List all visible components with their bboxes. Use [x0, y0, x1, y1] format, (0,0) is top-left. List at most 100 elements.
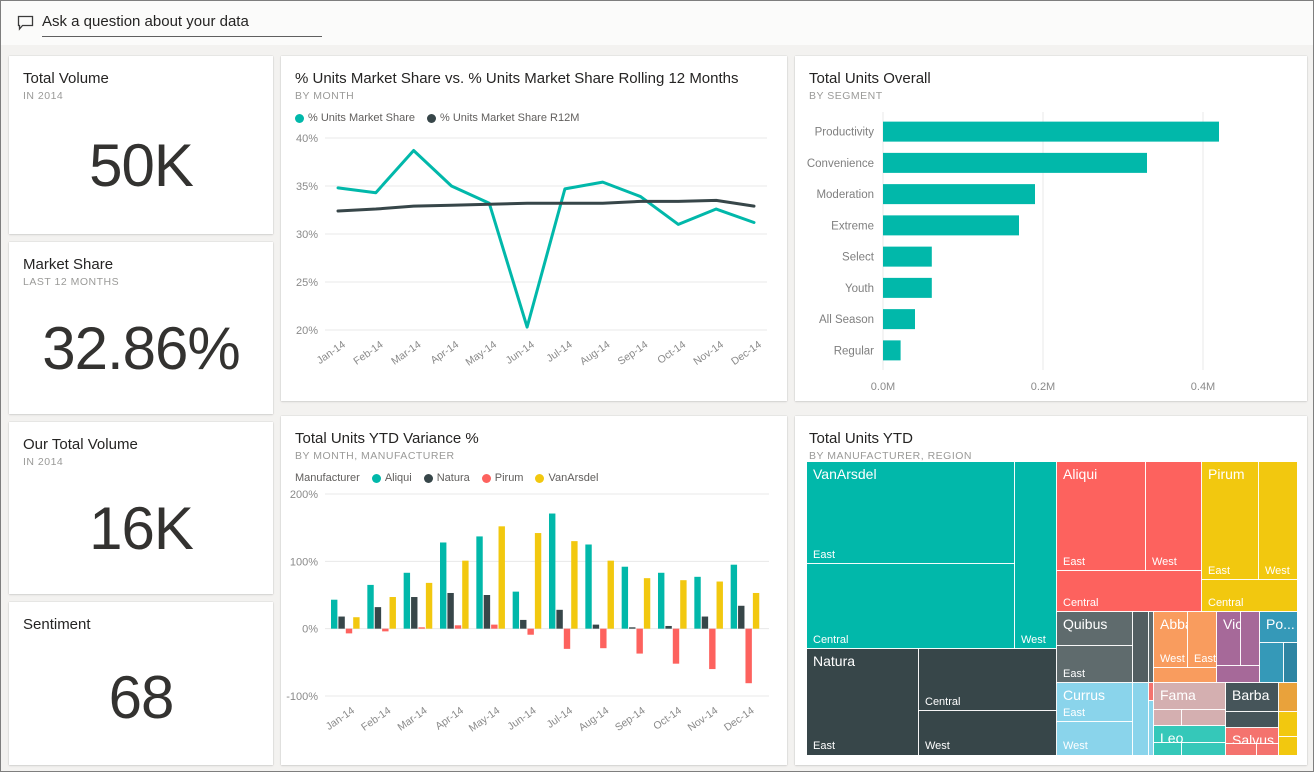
- bar[interactable]: [549, 514, 555, 629]
- bar[interactable]: [600, 629, 606, 649]
- treemap-cell-fama[interactable]: Fama: [1154, 683, 1226, 709]
- treemap-cell[interactable]: [1154, 668, 1217, 683]
- treemap-cell[interactable]: [1226, 744, 1257, 755]
- bar[interactable]: [883, 122, 1219, 142]
- treemap-cell[interactable]: [1217, 666, 1260, 683]
- bar[interactable]: [593, 625, 599, 629]
- bar[interactable]: [702, 617, 708, 629]
- treemap-cell-aliqui[interactable]: AliquiEast: [1057, 462, 1146, 571]
- treemap-cell-salvus[interactable]: Salvus: [1226, 728, 1279, 744]
- treemap-cell[interactable]: West: [1259, 462, 1297, 580]
- line-series[interactable]: [338, 200, 754, 211]
- bar[interactable]: [680, 580, 686, 628]
- bar[interactable]: [738, 606, 744, 629]
- bar[interactable]: [883, 184, 1035, 204]
- treemap-cell[interactable]: [1260, 643, 1284, 683]
- tile-total-volume[interactable]: Total Volume IN 2014 50K: [9, 56, 273, 234]
- bar[interactable]: [731, 565, 737, 629]
- treemap-cell[interactable]: [1279, 683, 1297, 711]
- treemap-cell[interactable]: West: [1146, 462, 1202, 571]
- bar[interactable]: [571, 541, 577, 629]
- treemap-cell[interactable]: [1133, 683, 1149, 755]
- treemap-cell[interactable]: [1241, 612, 1260, 667]
- bar[interactable]: [367, 585, 373, 629]
- tile-sentiment[interactable]: Sentiment 68: [9, 602, 273, 765]
- bar[interactable]: [556, 610, 562, 629]
- tile-our-total-volume[interactable]: Our Total Volume IN 2014 16K: [9, 422, 273, 594]
- treemap-cell[interactable]: [1133, 612, 1149, 684]
- bar[interactable]: [665, 626, 671, 629]
- bar[interactable]: [520, 620, 526, 629]
- treemap-chart[interactable]: VanArsdelEastCentralWestNaturaEastCentra…: [807, 462, 1297, 755]
- treemap-cell[interactable]: West: [919, 711, 1057, 755]
- bar[interactable]: [585, 545, 591, 629]
- line-series[interactable]: [338, 150, 754, 327]
- bar[interactable]: [484, 595, 490, 629]
- bar[interactable]: [338, 617, 344, 629]
- bar[interactable]: [462, 561, 468, 629]
- treemap-cell-barba[interactable]: Barba: [1226, 683, 1279, 711]
- bar[interactable]: [375, 607, 381, 629]
- treemap-cell[interactable]: East: [1188, 612, 1217, 669]
- bar[interactable]: [440, 542, 446, 628]
- tile-total-units-overall[interactable]: Total Units Overall BY SEGMENT 0.0M0.2M0…: [795, 56, 1307, 401]
- bar[interactable]: [622, 567, 628, 629]
- bar[interactable]: [673, 629, 679, 664]
- bar[interactable]: [608, 561, 614, 629]
- bar[interactable]: [753, 593, 759, 629]
- treemap-cell-po[interactable]: Po...: [1260, 612, 1297, 643]
- bar[interactable]: [382, 629, 388, 632]
- treemap-cell[interactable]: [1257, 744, 1279, 755]
- treemap-cell[interactable]: Central: [1202, 580, 1297, 611]
- qna-input[interactable]: [42, 9, 322, 37]
- bar[interactable]: [709, 629, 715, 669]
- horizontal-bar-chart[interactable]: 0.0M0.2M0.4MProductivityConvenienceModer…: [797, 108, 1303, 400]
- treemap-cell[interactable]: [1279, 737, 1297, 755]
- bar[interactable]: [717, 582, 723, 629]
- treemap-cell[interactable]: Central: [919, 649, 1057, 711]
- grouped-bar-chart[interactable]: 200%100%0%-100%Jan-14Feb-14Mar-14Apr-14M…: [285, 486, 779, 748]
- bar[interactable]: [331, 600, 337, 629]
- treemap-cell-abbas[interactable]: AbbasWest: [1154, 612, 1188, 669]
- bar[interactable]: [564, 629, 570, 649]
- tile-ytd-variance-chart[interactable]: Total Units YTD Variance % BY MONTH, MAN…: [281, 416, 787, 765]
- bar[interactable]: [535, 533, 541, 629]
- bar[interactable]: [447, 593, 453, 629]
- bar[interactable]: [658, 573, 664, 629]
- tile-market-share-line-chart[interactable]: % Units Market Share vs. % Units Market …: [281, 56, 787, 401]
- treemap-cell[interactable]: [1154, 710, 1182, 726]
- treemap-cell[interactable]: East: [1057, 646, 1133, 683]
- bar[interactable]: [883, 215, 1019, 235]
- bar[interactable]: [353, 617, 359, 628]
- bar[interactable]: [694, 577, 700, 629]
- bar[interactable]: [644, 578, 650, 628]
- treemap-cell-currus[interactable]: CurrusEast: [1057, 683, 1133, 721]
- treemap-cell[interactable]: [1154, 743, 1182, 755]
- bar[interactable]: [883, 309, 915, 329]
- treemap-cell-leo[interactable]: Leo: [1154, 726, 1226, 743]
- treemap-cell-vict[interactable]: Vict...: [1217, 612, 1241, 667]
- treemap-cell-pirum[interactable]: PirumEast: [1202, 462, 1259, 580]
- tile-market-share[interactable]: Market Share LAST 12 MONTHS 32.86%: [9, 242, 273, 414]
- treemap-cell[interactable]: Central: [1057, 571, 1202, 611]
- treemap-cell[interactable]: West: [1015, 462, 1057, 649]
- bar[interactable]: [426, 583, 432, 629]
- bar[interactable]: [636, 629, 642, 654]
- treemap-cell[interactable]: [1226, 712, 1279, 728]
- bar[interactable]: [418, 627, 424, 628]
- treemap-cell[interactable]: [1182, 743, 1226, 755]
- tile-total-units-ytd[interactable]: Total Units YTD BY MANUFACTURER, REGION …: [795, 416, 1307, 765]
- treemap-cell-quibus[interactable]: Quibus: [1057, 612, 1133, 646]
- bar[interactable]: [499, 526, 505, 628]
- bar[interactable]: [411, 597, 417, 629]
- bar[interactable]: [745, 629, 751, 684]
- line-chart[interactable]: 40%35%30%25%20%Jan-14Feb-14Mar-14Apr-14M…: [285, 128, 779, 378]
- bar[interactable]: [513, 592, 519, 629]
- bar[interactable]: [883, 340, 901, 360]
- bar[interactable]: [455, 625, 461, 628]
- treemap-cell[interactable]: [1182, 710, 1226, 726]
- treemap-cell[interactable]: West: [1057, 722, 1133, 755]
- bar[interactable]: [491, 625, 497, 629]
- bar[interactable]: [883, 247, 932, 267]
- bar[interactable]: [476, 536, 482, 628]
